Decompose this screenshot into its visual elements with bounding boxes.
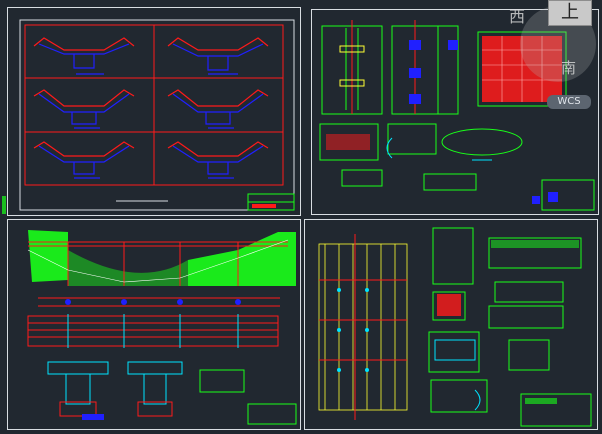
viewcube-south-label[interactable]: 南 [561, 57, 576, 78]
layer-marker [2, 196, 6, 214]
section-2 [167, 37, 269, 75]
section-6 [167, 141, 269, 179]
drawing-canvas[interactable]: 上 西 南 WCS [0, 0, 602, 434]
ucs-menu-button[interactable]: WCS [547, 95, 591, 109]
viewcube-west-label[interactable]: 西 [509, 3, 525, 27]
section-5 [33, 141, 135, 179]
sheet-bottom-left[interactable] [7, 219, 301, 430]
cross-sections-drawing [19, 19, 295, 211]
title-block [247, 193, 295, 211]
elevation-plan-drawing [27, 230, 297, 425]
section-1 [33, 37, 135, 75]
section-3 [33, 89, 135, 129]
sheet-top-left[interactable] [7, 7, 301, 216]
sheet-bottom-right[interactable] [304, 219, 598, 430]
reinforcement-drawing [318, 227, 592, 427]
viewcube-top-face[interactable]: 上 [548, 0, 592, 26]
section-4 [167, 89, 269, 129]
